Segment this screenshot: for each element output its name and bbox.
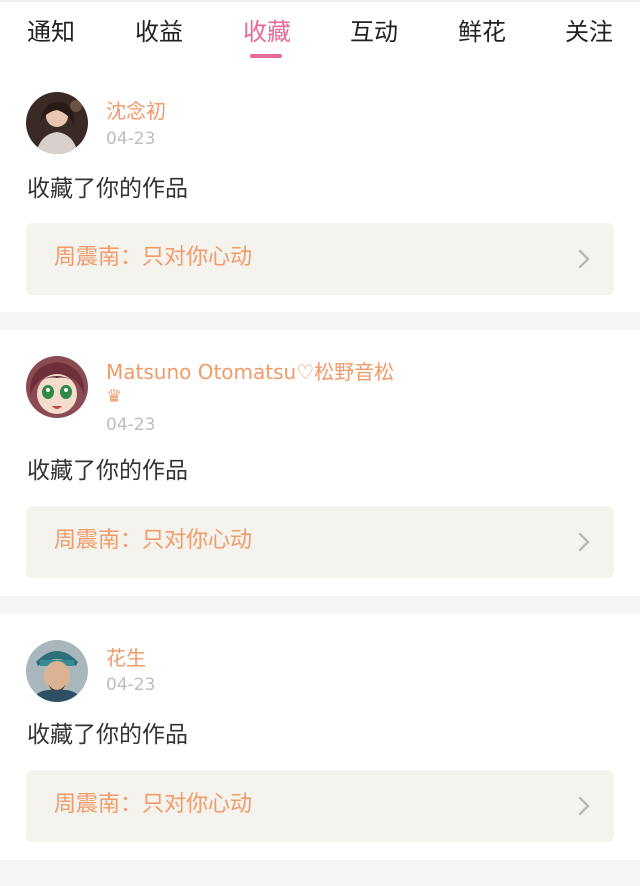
work-title: 周震南：只对你心动 [54, 245, 253, 270]
chevron-right-icon [578, 532, 590, 552]
action-text: 收藏了你的作品 [27, 176, 188, 202]
chevron-right-icon [578, 796, 590, 816]
avatar[interactable] [26, 92, 88, 154]
chevron-right-icon [578, 249, 590, 269]
top-tab-bar: 通知 收益 收藏 互动 鲜花 关注 [0, 0, 640, 68]
tab-flowers[interactable]: 鲜花 [455, 16, 509, 56]
timestamp: 04-23 [106, 675, 156, 695]
username[interactable]: 沈念初 [106, 98, 166, 124]
user-avatar-icon [26, 92, 88, 154]
timestamp: 04-23 [106, 129, 156, 149]
work-link[interactable]: 周震南：只对你心动 [26, 770, 614, 842]
tab-notifications[interactable]: 通知 [24, 16, 78, 56]
action-text: 收藏了你的作品 [27, 722, 188, 748]
avatar[interactable] [26, 640, 88, 702]
favorite-notification-card: Matsuno Otomatsu♡松野音松 ♛ 04-23 收藏了你的作品 周震… [0, 330, 640, 596]
work-title: 周震南：只对你心动 [54, 528, 253, 553]
avatar[interactable] [26, 356, 88, 418]
active-tab-indicator [250, 54, 282, 58]
work-link[interactable]: 周震南：只对你心动 [26, 223, 614, 295]
tab-interactions[interactable]: 互动 [347, 16, 401, 56]
vip-crown-badge: ♛ [106, 386, 123, 407]
timestamp: 04-23 [106, 415, 156, 435]
tab-earnings[interactable]: 收益 [132, 16, 186, 56]
favorite-notification-card: 花生 04-23 收藏了你的作品 周震南：只对你心动 [0, 614, 640, 860]
user-avatar-icon [26, 640, 88, 702]
tab-favorites[interactable]: 收藏 [240, 16, 294, 56]
username[interactable]: Matsuno Otomatsu♡松野音松 [106, 359, 394, 385]
work-link[interactable]: 周震南：只对你心动 [26, 506, 614, 578]
tab-following[interactable]: 关注 [562, 16, 616, 56]
username[interactable]: 花生 [106, 645, 146, 671]
favorite-notification-card: 沈念初 04-23 收藏了你的作品 周震南：只对你心动 [0, 68, 640, 312]
user-avatar-icon [26, 356, 88, 418]
action-text: 收藏了你的作品 [27, 458, 188, 484]
work-title: 周震南：只对你心动 [54, 792, 253, 817]
